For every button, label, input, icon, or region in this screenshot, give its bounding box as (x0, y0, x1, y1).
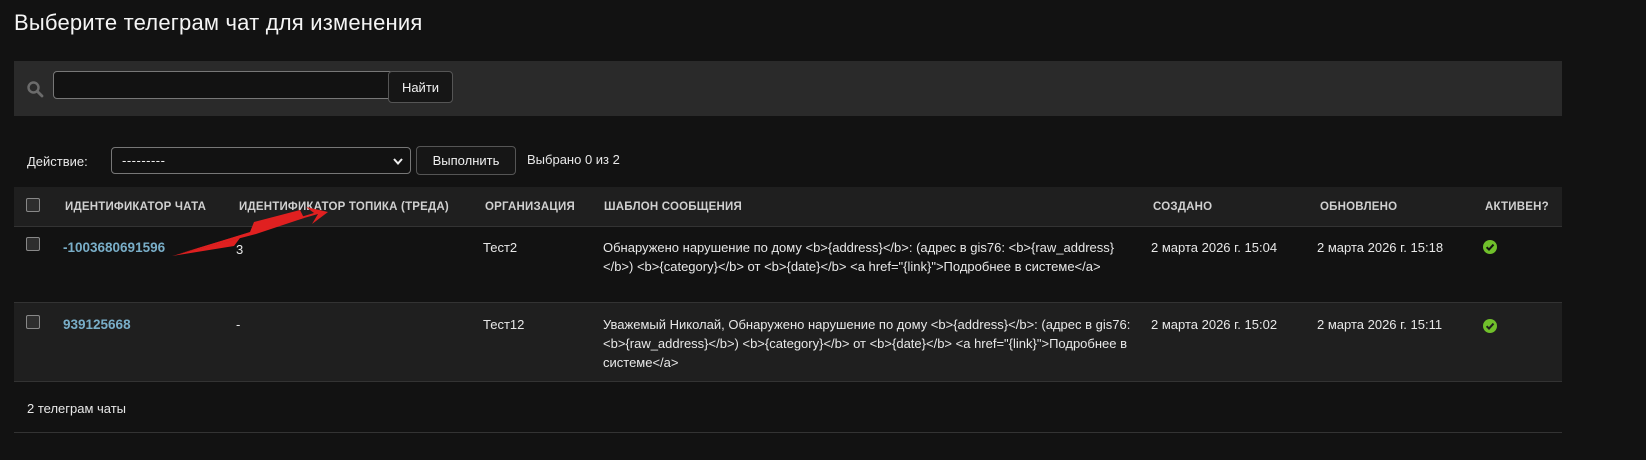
admin-changelist-page: Выберите телеграм чат для изменения Найт… (0, 0, 1646, 460)
search-toolbar: Найти (14, 61, 1562, 116)
row-checkbox[interactable] (26, 237, 40, 251)
created-cell: 2 марта 2026 г. 15:02 (1151, 317, 1278, 332)
column-header-active[interactable]: Активен? (1485, 201, 1549, 213)
column-header-topic-id[interactable]: Идентификатор топика (треда) (239, 201, 449, 213)
action-label: Действие: (27, 154, 88, 169)
table-row: 939125668 - Тест12 Уважемый Николай, Обн… (14, 303, 1562, 382)
chat-id-link[interactable]: -1003680691596 (63, 238, 165, 257)
table-row: -1003680691596 3 Тест2 Обнаружено наруше… (14, 227, 1562, 303)
search-icon (27, 81, 44, 98)
organization-cell: Тест2 (483, 240, 518, 255)
column-header-created[interactable]: Создано (1153, 201, 1212, 213)
table-header: Идентификатор чата Идентификатор топика … (14, 187, 1562, 227)
chat-id-link[interactable]: 939125668 (63, 315, 131, 334)
search-input[interactable] (53, 71, 393, 99)
updated-cell: 2 марта 2026 г. 15:11 (1317, 317, 1443, 332)
result-count: 2 телеграм чаты (27, 401, 127, 416)
selection-counter: Выбрано 0 из 2 (527, 152, 620, 167)
organization-cell: Тест12 (483, 317, 525, 332)
column-header-organization[interactable]: Организация (485, 201, 575, 213)
column-header-chat-id[interactable]: Идентификатор чата (65, 201, 206, 213)
template-cell: Обнаружено нарушение по дому <b>{address… (603, 240, 1115, 274)
active-check-icon (1483, 319, 1497, 333)
topic-id-cell: - (236, 317, 241, 332)
table-footer: 2 телеграм чаты (14, 382, 1562, 433)
run-action-button[interactable]: Выполнить (416, 146, 516, 175)
action-select[interactable]: --------- (111, 147, 411, 174)
page-title: Выберите телеграм чат для изменения (14, 10, 423, 35)
column-header-template[interactable]: Шаблон сообщения (604, 201, 742, 213)
active-check-icon (1483, 240, 1497, 254)
updated-cell: 2 марта 2026 г. 15:18 (1317, 240, 1444, 255)
topic-id-cell: 3 (236, 242, 244, 257)
created-cell: 2 марта 2026 г. 15:04 (1151, 240, 1278, 255)
search-button[interactable]: Найти (388, 71, 453, 103)
template-cell: Уважемый Николай, Обнаружено нарушение п… (603, 317, 1131, 370)
row-checkbox[interactable] (26, 315, 40, 329)
select-all-checkbox[interactable] (26, 198, 40, 212)
column-header-updated[interactable]: Обновлено (1320, 201, 1397, 213)
chevron-down-icon (393, 158, 403, 166)
action-select-value: --------- (122, 153, 166, 168)
